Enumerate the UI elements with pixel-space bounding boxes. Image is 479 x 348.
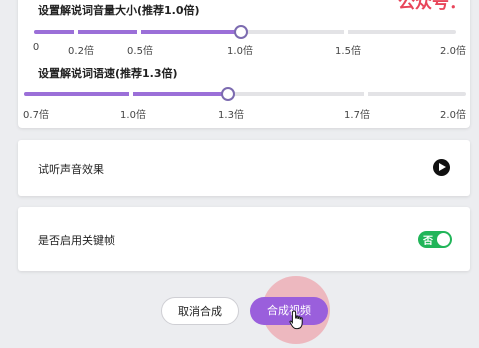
speed-tick: 0.7倍 bbox=[23, 110, 49, 121]
preview-audio-row[interactable]: 试听声音效果 bbox=[18, 140, 470, 196]
speed-tick: 1.3倍 bbox=[218, 110, 244, 121]
keyframe-row: 是否启用关键帧 否 bbox=[18, 207, 470, 271]
volume-slider-title: 设置解说词音量大小(推荐1.0倍) bbox=[38, 4, 200, 17]
speed-slider-handle[interactable] bbox=[221, 87, 235, 101]
speed-slider-track[interactable] bbox=[24, 91, 466, 97]
watermark-text: 公众号： bbox=[398, 0, 466, 13]
play-icon[interactable] bbox=[433, 159, 450, 176]
speed-tick: 1.0倍 bbox=[120, 110, 146, 121]
cancel-compose-button[interactable]: 取消合成 bbox=[161, 297, 239, 325]
volume-tick: 0.5倍 bbox=[127, 46, 153, 57]
volume-tick: 1.0倍 bbox=[227, 46, 253, 57]
volume-tick: 1.5倍 bbox=[335, 46, 361, 57]
keyframe-toggle-text: 否 bbox=[423, 236, 433, 247]
volume-tick: 0 bbox=[32, 42, 40, 53]
keyframe-label: 是否启用关键帧 bbox=[38, 234, 115, 247]
speed-tick: 1.7倍 bbox=[344, 110, 370, 121]
speed-slider-title: 设置解说词语速(推荐1.3倍) bbox=[38, 67, 178, 80]
speed-tick: 2.0倍 bbox=[440, 110, 466, 121]
volume-slider-handle[interactable] bbox=[234, 25, 248, 39]
audio-settings-card: 设置解说词音量大小(推荐1.0倍) 0 0.2倍 0.5倍 1.0倍 1.5倍 … bbox=[18, 0, 470, 128]
preview-audio-label: 试听声音效果 bbox=[38, 163, 104, 176]
hand-cursor-icon bbox=[289, 310, 303, 330]
toggle-knob bbox=[437, 233, 450, 246]
speed-slider-fill bbox=[24, 92, 228, 96]
volume-tick: 2.0倍 bbox=[440, 46, 466, 57]
volume-tick: 0.2倍 bbox=[68, 46, 94, 57]
keyframe-toggle[interactable]: 否 bbox=[418, 231, 452, 248]
